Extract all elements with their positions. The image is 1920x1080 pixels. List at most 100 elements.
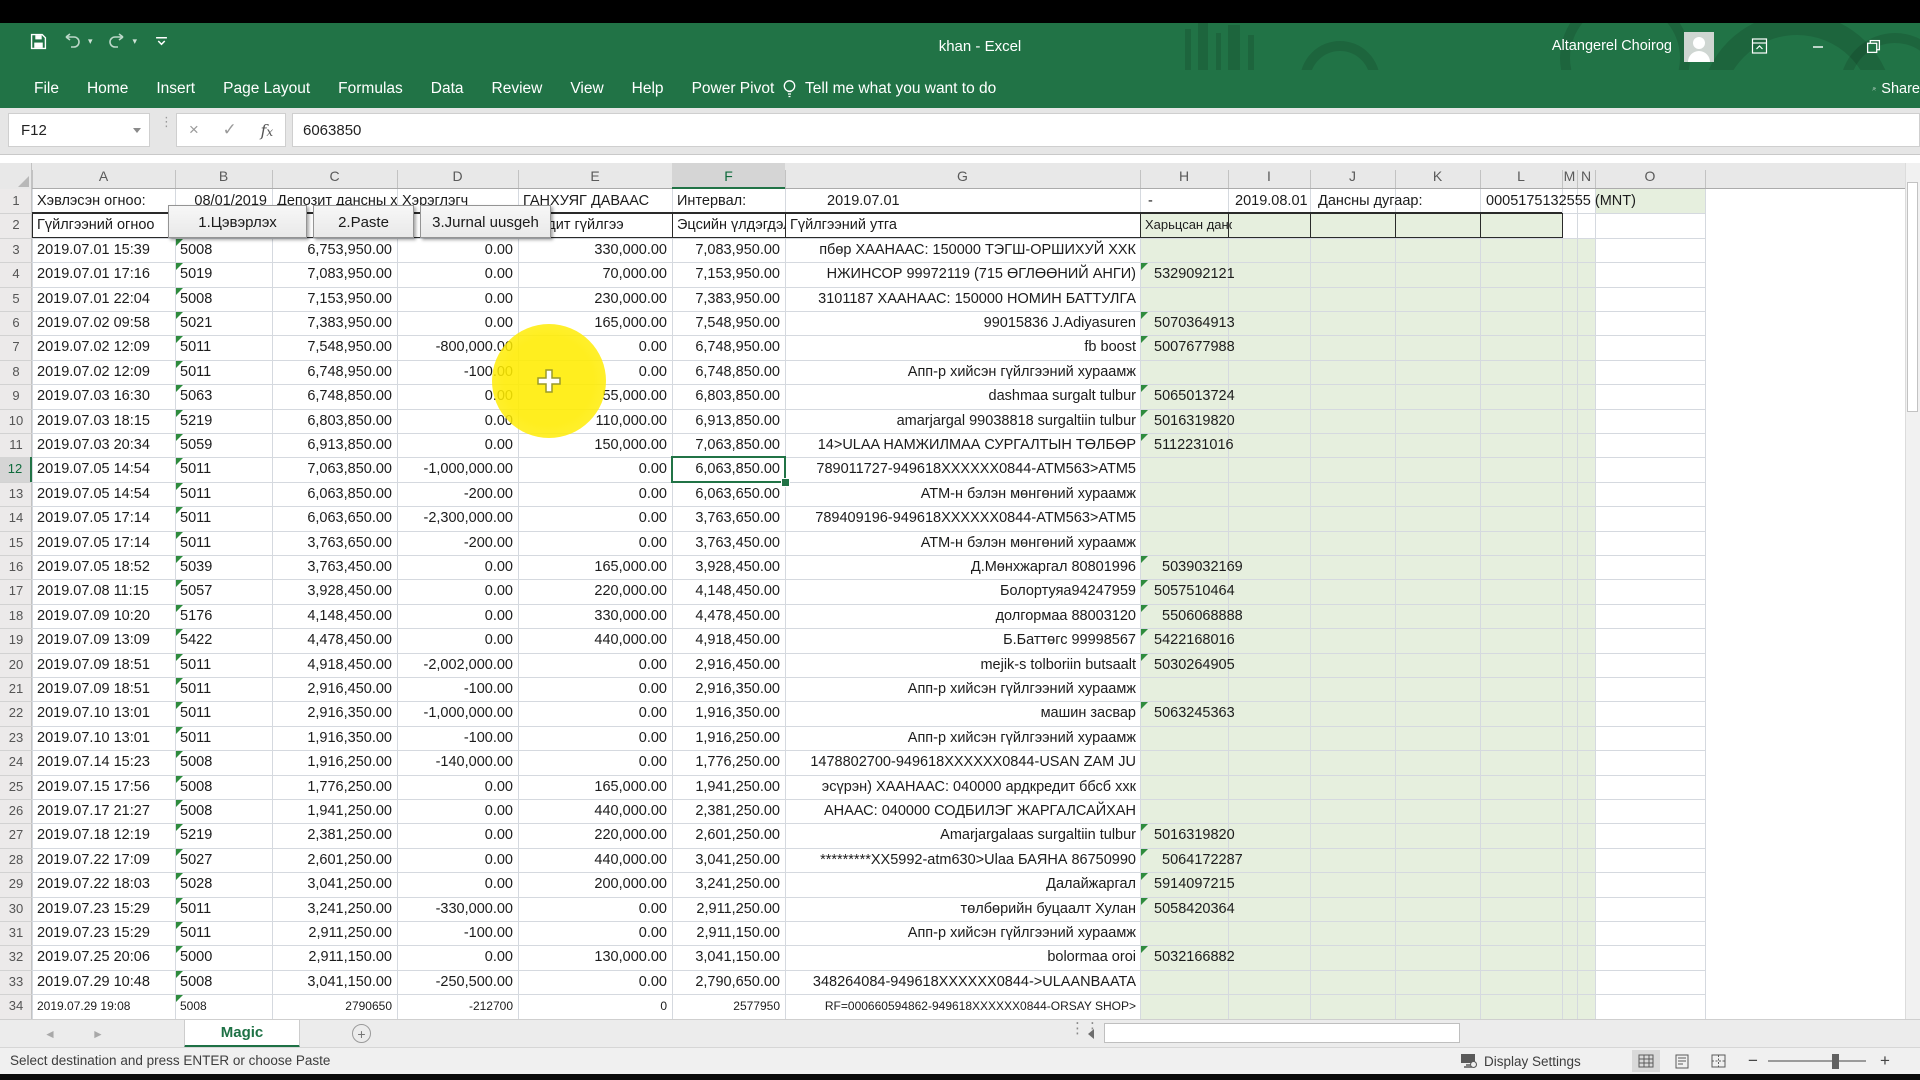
- row-header-3[interactable]: 3: [0, 238, 32, 262]
- page-layout-view-icon[interactable]: [1668, 1050, 1696, 1072]
- cell-H29[interactable]: 5914097215: [1140, 872, 1330, 896]
- row-header-6[interactable]: 6: [0, 311, 32, 335]
- cell-C12[interactable]: 7,063,850.00: [272, 457, 397, 481]
- cell-E5[interactable]: 230,000.00: [518, 287, 672, 311]
- row-header-17[interactable]: 17: [0, 579, 32, 603]
- cell-D34[interactable]: -212700: [397, 994, 518, 1018]
- row-header-15[interactable]: 15: [0, 531, 32, 555]
- cell-G1[interactable]: 2019.07.01: [822, 189, 1022, 213]
- cell-B16[interactable]: 5039: [175, 555, 272, 579]
- cell-A28[interactable]: 2019.07.22 17:09: [32, 848, 175, 872]
- cell-E33[interactable]: 0.00: [518, 970, 672, 994]
- cell-H27[interactable]: 5016319820: [1140, 823, 1330, 847]
- cell-A25[interactable]: 2019.07.15 17:56: [32, 775, 175, 799]
- cell-G5[interactable]: 3101187 ХААНААС: 150000 НОМИН БАТТУЛГА: [785, 287, 1140, 311]
- cell-C31[interactable]: 2,911,250.00: [272, 921, 397, 945]
- cell-A17[interactable]: 2019.07.08 11:15: [32, 579, 175, 603]
- cell-A2[interactable]: Гүйлгээний огноо: [32, 213, 175, 237]
- cell-D23[interactable]: -100.00: [397, 726, 518, 750]
- cell-F34[interactable]: 2577950: [672, 994, 785, 1018]
- sheet-nav-left-icon[interactable]: ◄: [44, 1020, 56, 1048]
- cell-F24[interactable]: 1,776,250.00: [672, 750, 785, 774]
- column-header-M[interactable]: M: [1562, 163, 1577, 189]
- row-header-30[interactable]: 30: [0, 897, 32, 921]
- cell-H10[interactable]: 5016319820: [1140, 409, 1330, 433]
- column-header-C[interactable]: C: [272, 163, 397, 189]
- cell-C25[interactable]: 1,776,250.00: [272, 775, 397, 799]
- cell-C8[interactable]: 6,748,950.00: [272, 360, 397, 384]
- cell-E28[interactable]: 440,000.00: [518, 848, 672, 872]
- cell-C27[interactable]: 2,381,250.00: [272, 823, 397, 847]
- cell-C18[interactable]: 4,148,450.00: [272, 604, 397, 628]
- cell-F19[interactable]: 4,918,450.00: [672, 628, 785, 652]
- cell-F23[interactable]: 1,916,250.00: [672, 726, 785, 750]
- cell-A30[interactable]: 2019.07.23 15:29: [32, 897, 175, 921]
- cell-B27[interactable]: 5219: [175, 823, 272, 847]
- cell-A24[interactable]: 2019.07.14 15:23: [32, 750, 175, 774]
- cell-H30[interactable]: 5058420364: [1140, 897, 1330, 921]
- cell-G11[interactable]: 14>ULAA НАМЖИЛМАА СУРГАЛТЫН ТӨЛБӨР: [785, 433, 1140, 457]
- cell-E12[interactable]: 0.00: [518, 457, 672, 481]
- column-header-H[interactable]: H: [1140, 163, 1228, 189]
- cell-H1[interactable]: -: [1143, 189, 1203, 213]
- cell-H22[interactable]: 5063245363: [1140, 701, 1330, 725]
- cell-H20[interactable]: 5030264905: [1140, 653, 1330, 677]
- cell-B13[interactable]: 5011: [175, 482, 272, 506]
- row-header-26[interactable]: 26: [0, 799, 32, 823]
- cell-B22[interactable]: 5011: [175, 701, 272, 725]
- cell-E32[interactable]: 130,000.00: [518, 945, 672, 969]
- cell-F30[interactable]: 2,911,250.00: [672, 897, 785, 921]
- row-header-8[interactable]: 8: [0, 360, 32, 384]
- row-header-22[interactable]: 22: [0, 701, 32, 725]
- cell-B19[interactable]: 5422: [175, 628, 272, 652]
- cell-A4[interactable]: 2019.07.01 17:16: [32, 262, 175, 286]
- cell-C7[interactable]: 7,548,950.00: [272, 335, 397, 359]
- column-header-B[interactable]: B: [175, 163, 272, 189]
- cell-G6[interactable]: 99015836 J.Adiyasuren: [785, 311, 1140, 335]
- cell-D31[interactable]: -100.00: [397, 921, 518, 945]
- cell-G22[interactable]: машин засвар: [785, 701, 1140, 725]
- cell-F13[interactable]: 6,063,650.00: [672, 482, 785, 506]
- cell-H7[interactable]: 5007677988: [1140, 335, 1330, 359]
- cell-E24[interactable]: 0.00: [518, 750, 672, 774]
- cell-B32[interactable]: 5000: [175, 945, 272, 969]
- cell-F2[interactable]: Эцсийн үлдэгдэл: [672, 213, 785, 237]
- row-header-21[interactable]: 21: [0, 677, 32, 701]
- zoom-slider-track[interactable]: [1768, 1060, 1866, 1062]
- cell-C3[interactable]: 6,753,950.00: [272, 238, 397, 262]
- cell-F20[interactable]: 2,916,450.00: [672, 653, 785, 677]
- cell-G17[interactable]: Болортуяа94247959: [785, 579, 1140, 603]
- cell-B26[interactable]: 5008: [175, 799, 272, 823]
- cell-A5[interactable]: 2019.07.01 22:04: [32, 287, 175, 311]
- cell-B10[interactable]: 5219: [175, 409, 272, 433]
- row-header-14[interactable]: 14: [0, 506, 32, 530]
- cell-F6[interactable]: 7,548,950.00: [672, 311, 785, 335]
- cell-A10[interactable]: 2019.07.03 18:15: [32, 409, 175, 433]
- cell-B12[interactable]: 5011: [175, 457, 272, 481]
- cell-E18[interactable]: 330,000.00: [518, 604, 672, 628]
- cell-E14[interactable]: 0.00: [518, 506, 672, 530]
- cell-G3[interactable]: пбөр ХААНААС: 150000 ТЭГШ-ОРШИХУЙ ХХК: [785, 238, 1140, 262]
- cell-G16[interactable]: Д.Мөнхжаргал 80801996: [785, 555, 1140, 579]
- cell-F33[interactable]: 2,790,650.00: [672, 970, 785, 994]
- cell-G32[interactable]: bolormaa oroi: [785, 945, 1140, 969]
- display-settings-button[interactable]: Display Settings: [1460, 1048, 1581, 1074]
- cell-D17[interactable]: 0.00: [397, 579, 518, 603]
- cell-E4[interactable]: 70,000.00: [518, 262, 672, 286]
- cell-D19[interactable]: 0.00: [397, 628, 518, 652]
- cell-F31[interactable]: 2,911,150.00: [672, 921, 785, 945]
- cell-B23[interactable]: 5011: [175, 726, 272, 750]
- cell-G10[interactable]: amarjargal 99038818 surgaltiin tulbur: [785, 409, 1140, 433]
- cell-G30[interactable]: төлбөрийн буцаалт Хулан: [785, 897, 1140, 921]
- cell-G29[interactable]: Далайжаргал: [785, 872, 1140, 896]
- cell-A1[interactable]: Хэвлэсэн огноо:: [32, 189, 175, 213]
- row-header-24[interactable]: 24: [0, 750, 32, 774]
- cell-E25[interactable]: 165,000.00: [518, 775, 672, 799]
- cell-H28[interactable]: 5064172287: [1140, 848, 1330, 872]
- cell-D4[interactable]: 0.00: [397, 262, 518, 286]
- cell-F26[interactable]: 2,381,250.00: [672, 799, 785, 823]
- row-header-18[interactable]: 18: [0, 604, 32, 628]
- cell-D6[interactable]: 0.00: [397, 311, 518, 335]
- cell-G33[interactable]: 348264084-949618XXXXXX0844->ULAANBAATA: [785, 970, 1140, 994]
- row-header-7[interactable]: 7: [0, 335, 32, 359]
